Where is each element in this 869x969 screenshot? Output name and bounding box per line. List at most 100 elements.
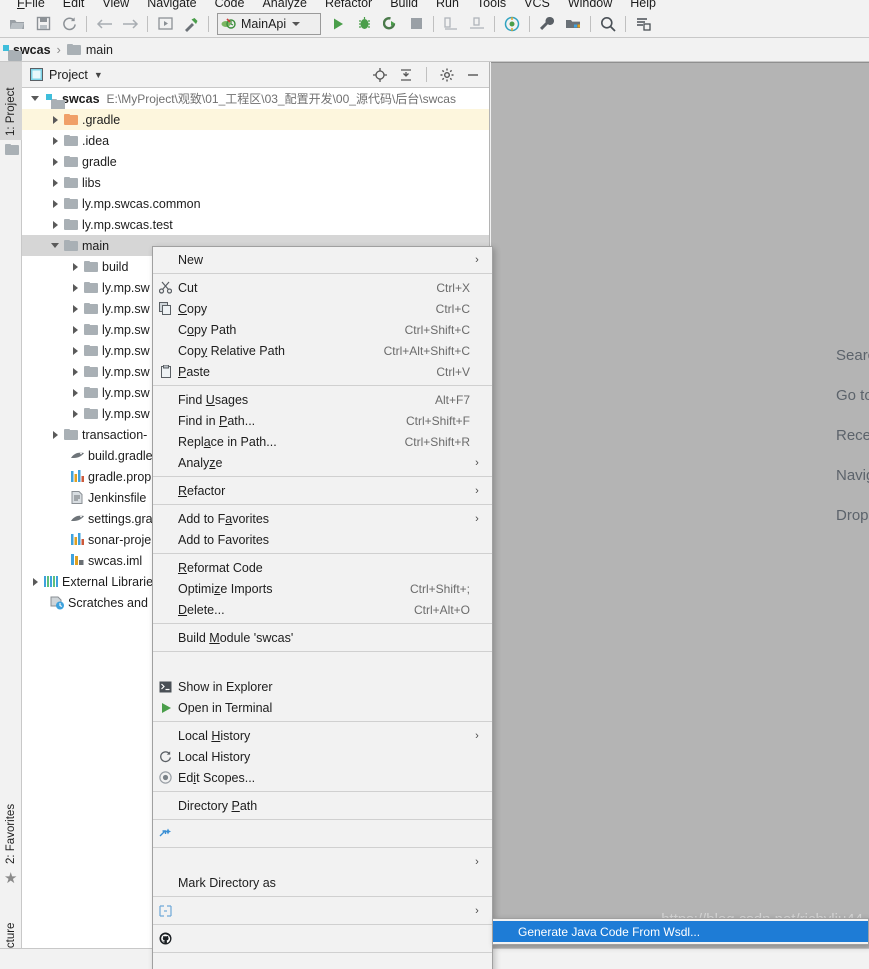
chevron-right-icon[interactable] bbox=[68, 284, 82, 292]
run-coverage-icon[interactable] bbox=[377, 12, 403, 36]
menu-item-replace-in-path[interactable]: Replace in Path... Ctrl+Shift+R bbox=[153, 431, 492, 452]
menu-item-find-in-path[interactable]: Find in Path... Ctrl+Shift+F bbox=[153, 410, 492, 431]
menu-item-edit-scopes[interactable]: Edit Scopes... bbox=[153, 767, 492, 788]
sync-icon[interactable] bbox=[56, 12, 82, 36]
sidebar-item-project[interactable]: 1: Project bbox=[0, 62, 22, 140]
run-configuration-selector[interactable]: MainApi bbox=[217, 12, 321, 35]
chevron-right-icon[interactable] bbox=[68, 368, 82, 376]
menu-item-directory-path[interactable]: Directory Path bbox=[153, 795, 492, 816]
menu-item-show-in-explorer[interactable] bbox=[153, 655, 492, 676]
menu-item-optimize-imports[interactable]: Optimize Imports Ctrl+Shift+; bbox=[153, 578, 492, 599]
menu-item-mark-directory-as[interactable]: › bbox=[153, 851, 492, 872]
menu-item-build-module[interactable]: Build Module 'swcas' bbox=[153, 627, 492, 648]
submenu-arrow-icon: › bbox=[475, 729, 479, 742]
chevron-right-icon[interactable] bbox=[48, 221, 62, 229]
chevron-right-icon[interactable] bbox=[48, 431, 62, 439]
menu-item-copy-path[interactable]: Copy Path Ctrl+Shift+C bbox=[153, 319, 492, 340]
chevron-down-icon[interactable] bbox=[28, 96, 42, 101]
tree-row-libs[interactable]: libs bbox=[22, 172, 489, 193]
menu-item-convert-java-to-kotlin[interactable] bbox=[153, 956, 492, 969]
chevron-right-icon[interactable] bbox=[68, 389, 82, 397]
locate-target-icon[interactable] bbox=[370, 65, 390, 85]
folder-icon bbox=[62, 429, 80, 440]
menu-item-new[interactable]: New › bbox=[153, 249, 492, 270]
back-arrow-icon[interactable] bbox=[91, 12, 117, 36]
project-structure-icon[interactable] bbox=[560, 12, 586, 36]
profiler-attach-icon[interactable] bbox=[464, 12, 490, 36]
clipboard-icon bbox=[153, 365, 178, 378]
chevron-right-icon[interactable] bbox=[68, 347, 82, 355]
update-project-icon[interactable] bbox=[499, 12, 525, 36]
menu-item-compare-with[interactable] bbox=[153, 823, 492, 844]
menu-item-delete[interactable]: Delete... Ctrl+Alt+O bbox=[153, 599, 492, 620]
chevron-right-icon[interactable] bbox=[48, 179, 62, 187]
menu-item-synchronize[interactable]: Local History bbox=[153, 746, 492, 767]
gear-icon[interactable] bbox=[437, 65, 457, 85]
chevron-down-icon[interactable]: ▼ bbox=[94, 70, 103, 80]
build-hammer-icon[interactable] bbox=[178, 12, 204, 36]
menu-item-cut[interactable]: Cut Ctrl+X bbox=[153, 277, 492, 298]
menu-item-open-in-terminal[interactable]: Show in Explorer bbox=[153, 676, 492, 697]
scratches-icon bbox=[48, 596, 66, 610]
menu-item-reformat-code[interactable]: Reformat Code bbox=[153, 557, 492, 578]
tree-row-root[interactable]: swcas E:\MyProject\观致\01_工程区\03_配置开发\00_… bbox=[22, 88, 489, 109]
menu-item-analyze[interactable]: Analyze › bbox=[153, 452, 492, 473]
search-icon[interactable] bbox=[595, 12, 621, 36]
menu-item-run-kotlin-scratch[interactable]: Open in Terminal bbox=[153, 697, 492, 718]
chevron-right-icon[interactable] bbox=[48, 158, 62, 166]
tree-row-common[interactable]: ly.mp.swcas.common bbox=[22, 193, 489, 214]
profiler-icon[interactable] bbox=[438, 12, 464, 36]
chevron-right-icon[interactable] bbox=[68, 305, 82, 313]
github-icon bbox=[153, 932, 178, 945]
chevron-right-icon[interactable] bbox=[28, 578, 42, 586]
menu-separator bbox=[153, 721, 492, 722]
chevron-right-icon[interactable] bbox=[68, 410, 82, 418]
menu-item-local-history[interactable]: Local History › bbox=[153, 725, 492, 746]
header-separator bbox=[426, 67, 427, 82]
save-all-icon[interactable] bbox=[30, 12, 56, 36]
settings-wrench-icon[interactable] bbox=[534, 12, 560, 36]
toolbar-separator bbox=[86, 15, 87, 32]
editor-hint-recent-files: Recent Files bbox=[836, 427, 869, 444]
menu-item-refactor[interactable]: Refactor › bbox=[153, 480, 492, 501]
stop-icon[interactable] bbox=[403, 12, 429, 36]
tree-label: gradle.prop bbox=[88, 469, 152, 484]
tree-row-test[interactable]: ly.mp.swcas.test bbox=[22, 214, 489, 235]
sidebar-item-favorites[interactable]: 2: Favorites bbox=[0, 776, 22, 868]
chevron-right-icon[interactable] bbox=[48, 116, 62, 124]
menu-item-show-image-thumbnails[interactable]: Add to Favorites bbox=[153, 529, 492, 550]
menu-item-add-to-favorites[interactable]: Add to Favorites › bbox=[153, 508, 492, 529]
chevron-right-icon[interactable] bbox=[48, 137, 62, 145]
minimize-icon[interactable] bbox=[463, 65, 483, 85]
run-panel-icon[interactable] bbox=[152, 12, 178, 36]
breadcrumb-item-swcas[interactable]: swcas bbox=[3, 43, 51, 57]
project-folder-icon bbox=[5, 144, 19, 155]
chevron-right-icon[interactable] bbox=[68, 263, 82, 271]
menu-item-remove-bom[interactable]: Mark Directory as bbox=[153, 872, 492, 893]
menu-item-copy[interactable]: Copy Ctrl+C bbox=[153, 298, 492, 319]
menu-item-diagrams[interactable]: › bbox=[153, 900, 492, 921]
menu-item-find-usages[interactable]: Find Usages Alt+F7 bbox=[153, 389, 492, 410]
forward-arrow-icon[interactable] bbox=[117, 12, 143, 36]
menu-item-label: Analyze bbox=[178, 455, 223, 470]
menu-item-paste[interactable]: Paste Ctrl+V bbox=[153, 361, 492, 382]
tree-row-gradle-dir[interactable]: .gradle bbox=[22, 109, 489, 130]
menu-item-label: New bbox=[178, 252, 204, 267]
open-folder-icon[interactable] bbox=[4, 12, 30, 36]
debug-icon[interactable] bbox=[351, 12, 377, 36]
chevron-right-icon[interactable] bbox=[68, 326, 82, 334]
run-icon[interactable] bbox=[325, 12, 351, 36]
chevron-down-icon[interactable] bbox=[48, 243, 62, 248]
tree-row-idea[interactable]: .idea bbox=[22, 130, 489, 151]
menu-item-create-gist[interactable] bbox=[153, 928, 492, 949]
menu-item-copy-relative-path[interactable]: Copy Relative Path Ctrl+Alt+Shift+C bbox=[153, 340, 492, 361]
stretch-icon[interactable] bbox=[630, 12, 656, 36]
breadcrumb-item-main[interactable]: main bbox=[66, 43, 113, 57]
folder-icon bbox=[82, 387, 100, 398]
menu-item-label: Open in Terminal bbox=[178, 700, 273, 715]
menu-item-generate-java-code-from-wsdl[interactable]: Generate Java Code From Wsdl... bbox=[493, 921, 868, 942]
chevron-right-icon[interactable] bbox=[48, 200, 62, 208]
tree-label: libs bbox=[82, 175, 101, 190]
collapse-all-icon[interactable] bbox=[396, 65, 416, 85]
tree-row-gradle[interactable]: gradle bbox=[22, 151, 489, 172]
